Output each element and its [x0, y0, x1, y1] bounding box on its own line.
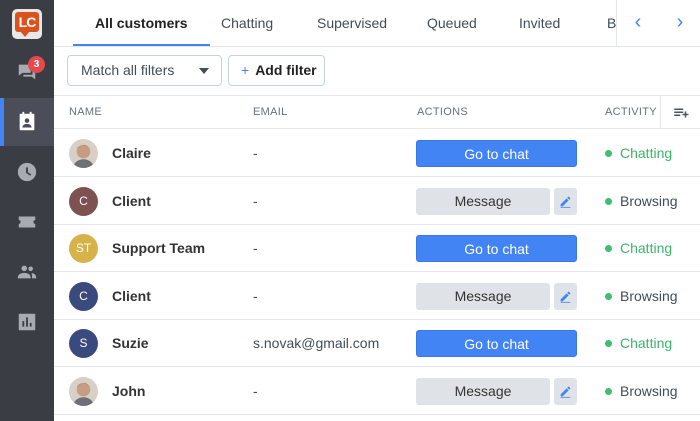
sidebar-item-customers[interactable] — [0, 98, 54, 146]
customer-tabs: All customers Chatting Supervised Queued… — [54, 0, 616, 47]
tab-all-customers[interactable]: All customers — [73, 0, 210, 46]
customers-table-header: NAME EMAIL ACTIONS ACTIVITY — [54, 96, 700, 129]
customer-name[interactable]: John — [112, 368, 145, 415]
customer-name[interactable]: Client — [112, 273, 151, 320]
table-row[interactable]: ST Support Team - Go to chat Chatting — [54, 225, 700, 272]
online-dot-icon — [605, 292, 612, 300]
customer-email: - — [253, 382, 258, 399]
column-header-activity[interactable]: ACTIVITY — [605, 96, 657, 129]
avatar: C — [69, 186, 98, 216]
sidebar-item-tickets[interactable] — [0, 198, 54, 246]
bar-chart-icon — [18, 313, 36, 331]
go-to-chat-button[interactable]: Go to chat — [416, 235, 577, 262]
playlist-add-icon — [673, 108, 688, 117]
tab-invited[interactable]: Invited — [519, 0, 560, 46]
message-button[interactable]: Message — [416, 282, 550, 310]
table-row[interactable]: C Client - Message Browsing — [54, 178, 700, 225]
sidebar-item-reports[interactable] — [0, 298, 54, 346]
add-filter-label: Add filter — [255, 62, 317, 78]
add-column-button[interactable] — [660, 96, 700, 129]
sidebar-item-archives[interactable] — [0, 148, 54, 196]
unread-badge: 3 — [28, 56, 45, 73]
pencil-icon — [560, 386, 571, 398]
user-photo-icon — [69, 139, 98, 168]
column-header-actions: ACTIONS — [417, 106, 468, 118]
tab-banned[interactable]: B — [607, 0, 616, 46]
logo-text: LC — [15, 12, 39, 32]
customer-email: s.novak@gmail.com — [253, 335, 380, 351]
tab-scroll-controls: ‹ › — [616, 0, 700, 47]
tab-chatting[interactable]: Chatting — [221, 0, 273, 46]
avatar — [69, 376, 98, 406]
customer-name[interactable]: Support Team — [112, 225, 205, 272]
customer-email: - — [253, 287, 258, 304]
sidebar-item-team[interactable] — [0, 248, 54, 296]
avatar: S — [69, 329, 98, 358]
activity-status: Browsing — [605, 178, 678, 225]
table-row[interactable]: John - Message Browsing — [54, 368, 700, 415]
avatar — [69, 139, 98, 168]
activity-status: Chatting — [605, 225, 672, 272]
activity-status: Browsing — [605, 273, 678, 320]
sidebar: LC 3 — [0, 0, 54, 421]
user-photo-icon — [69, 376, 98, 406]
activity-label: Chatting — [620, 145, 673, 161]
tab-supervised[interactable]: Supervised — [317, 0, 387, 46]
go-to-chat-button[interactable]: Go to chat — [416, 330, 577, 357]
sidebar-item-chats[interactable]: 3 — [0, 48, 54, 96]
go-to-chat-button[interactable]: Go to chat — [416, 140, 577, 167]
clock-icon — [17, 162, 37, 182]
contact-card-icon — [19, 111, 35, 131]
customer-email: - — [253, 192, 258, 209]
ticket-icon — [18, 216, 36, 228]
customer-name[interactable]: Client — [112, 178, 151, 225]
avatar: C — [69, 281, 98, 311]
table-row[interactable]: S Suzie s.novak@gmail.com Go to chat Chattin… — [54, 320, 700, 367]
column-header-name[interactable]: NAME — [69, 96, 102, 129]
online-dot-icon — [605, 150, 612, 157]
edit-message-button[interactable] — [554, 187, 577, 215]
activity-label: Browsing — [620, 192, 678, 209]
match-filters-value: Match all filters — [81, 62, 175, 78]
activity-label: Chatting — [620, 240, 673, 256]
column-header-email[interactable]: EMAIL — [253, 96, 288, 129]
people-icon — [17, 265, 37, 279]
activity-label: Browsing — [620, 382, 678, 399]
online-dot-icon — [605, 245, 612, 252]
activity-status: Chatting — [605, 320, 672, 367]
edit-message-button[interactable] — [554, 377, 577, 405]
customer-name[interactable]: Claire — [112, 130, 151, 177]
message-button[interactable]: Message — [416, 377, 550, 405]
online-dot-icon — [605, 387, 612, 395]
online-dot-icon — [605, 340, 612, 347]
table-row[interactable]: Claire - Go to chat Chatting — [54, 130, 700, 177]
message-button[interactable]: Message — [416, 187, 550, 215]
plus-icon: + — [241, 62, 250, 78]
avatar: ST — [69, 234, 98, 263]
activity-status: Browsing — [605, 368, 678, 415]
online-dot-icon — [605, 197, 612, 205]
activity-label: Browsing — [620, 287, 678, 304]
add-filter-button[interactable]: + Add filter — [228, 55, 325, 86]
livechat-logo[interactable]: LC — [12, 9, 42, 39]
filter-bar: Match all filters + Add filter — [54, 47, 700, 96]
tab-prev-button[interactable]: ‹ — [617, 0, 659, 46]
activity-status: Chatting — [605, 130, 672, 177]
tab-queued[interactable]: Queued — [427, 0, 477, 46]
customer-name[interactable]: Suzie — [112, 320, 149, 367]
table-row[interactable]: C Client - Message Browsing — [54, 273, 700, 320]
tab-next-button[interactable]: › — [659, 0, 700, 46]
pencil-icon — [560, 196, 571, 208]
edit-message-button[interactable] — [554, 282, 577, 310]
pencil-icon — [560, 291, 571, 303]
match-filters-select[interactable]: Match all filters — [67, 55, 222, 86]
customer-email: - — [253, 240, 258, 256]
chevron-down-icon — [199, 68, 209, 74]
customer-email: - — [253, 145, 258, 161]
activity-label: Chatting — [620, 335, 673, 351]
